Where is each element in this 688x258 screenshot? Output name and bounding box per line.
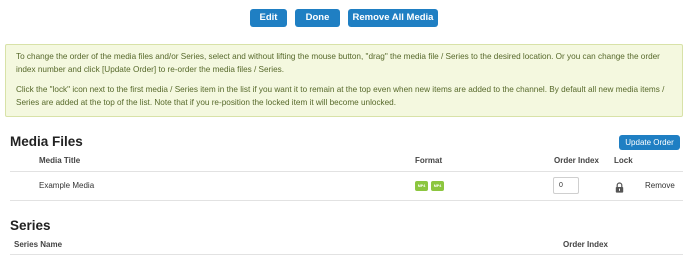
done-button[interactable]: Done xyxy=(295,9,340,27)
remove-media-link[interactable]: Remove xyxy=(645,181,675,190)
row-divider xyxy=(10,200,683,201)
column-header-order-index: Order Index xyxy=(554,156,599,165)
column-header-media-title: Media Title xyxy=(39,156,81,165)
notice-paragraph-reorder: To change the order of the media files a… xyxy=(16,52,660,74)
series-title: Series xyxy=(10,218,51,233)
media-title-cell: Example Media xyxy=(39,181,95,190)
update-order-button[interactable]: Update Order xyxy=(619,135,680,150)
instructions-notice: To change the order of the media files a… xyxy=(5,44,683,117)
column-header-lock: Lock xyxy=(614,156,633,165)
notice-paragraph-lock: Click the "lock" icon next to the first … xyxy=(16,85,665,107)
series-header-divider xyxy=(10,254,683,255)
order-index-input[interactable] xyxy=(553,177,579,194)
column-header-series-name: Series Name xyxy=(14,240,63,249)
remove-all-media-button[interactable]: Remove All Media xyxy=(348,9,438,27)
toolbar: Edit Done Remove All Media xyxy=(0,9,688,27)
mp4-format-badge: MP4 xyxy=(415,181,428,191)
column-header-format: Format xyxy=(415,156,443,165)
edit-button[interactable]: Edit xyxy=(250,9,287,27)
column-header-series-order-index: Order Index xyxy=(563,240,608,249)
mp4-format-badge: MP4 xyxy=(431,181,444,191)
header-divider xyxy=(10,171,683,172)
lock-icon[interactable] xyxy=(615,180,624,193)
media-files-title: Media Files xyxy=(10,134,83,149)
